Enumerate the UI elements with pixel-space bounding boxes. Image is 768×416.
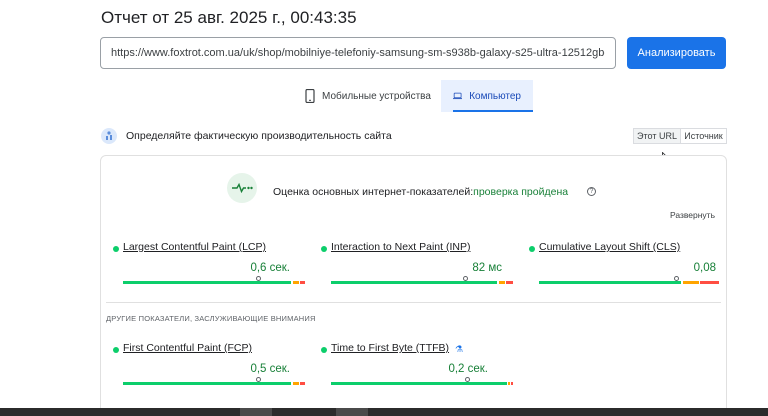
core-web-vitals-label: Оценка основных интернет-показателей: <box>273 186 474 198</box>
metric-name[interactable]: Cumulative Layout Shift (CLS) <box>539 241 680 253</box>
distribution-bar <box>539 281 719 284</box>
percentile-marker <box>674 276 679 281</box>
metric-inp: Interaction to Next Paint (INP) 82 мс <box>321 241 513 291</box>
metric-value: 0,2 сек. <box>448 363 488 375</box>
status-dot <box>113 347 119 353</box>
metric-lcp: Largest Contentful Paint (LCP) 0,6 сек. <box>113 241 305 291</box>
percentile-marker <box>465 377 470 382</box>
report-title: Отчет от 25 авг. 2025 г., 00:43:35 <box>101 8 357 27</box>
percentile-marker <box>256 276 261 281</box>
metric-name[interactable]: Time to First Byte (TTFB) <box>331 342 449 354</box>
performance-banner-text: Определяйте фактическую производительнос… <box>126 130 392 142</box>
tab-mobile[interactable]: Мобильные устройства <box>293 80 443 112</box>
metric-value: 0,08 <box>693 262 716 274</box>
status-dot <box>529 246 535 252</box>
distribution-bar <box>123 281 305 284</box>
status-dot <box>113 246 119 252</box>
taskbar-item[interactable] <box>336 408 368 416</box>
pulse-icon <box>232 183 253 193</box>
tab-desktop[interactable]: Компьютер <box>441 80 533 112</box>
status-dot <box>321 347 327 353</box>
performance-banner: Определяйте фактическую производительнос… <box>101 126 727 146</box>
metric-value: 0,5 сек. <box>250 363 290 375</box>
taskbar-item[interactable] <box>240 408 272 416</box>
metric-name[interactable]: Interaction to Next Paint (INP) <box>331 241 470 253</box>
tab-mobile-label: Мобильные устройства <box>322 90 431 102</box>
metric-value: 82 мс <box>472 262 502 274</box>
metric-cls: Cumulative Layout Shift (CLS) 0,08 <box>529 241 719 291</box>
metric-ttfb: Time to First Byte (TTFB) ⚗ 0,2 сек. <box>321 342 521 392</box>
tab-desktop-label: Компьютер <box>469 90 521 102</box>
core-web-vitals-title: Оценка основных интернет-показателей:про… <box>273 186 568 198</box>
other-metrics-label: ДРУГИЕ ПОКАЗАТЕЛИ, ЗАСЛУЖИВАЮЩИЕ ВНИМАНИ… <box>106 314 316 323</box>
distribution-bar <box>123 382 305 385</box>
phone-icon <box>305 89 315 103</box>
metric-name[interactable]: Largest Contentful Paint (LCP) <box>123 241 266 253</box>
distribution-bar <box>331 382 513 385</box>
metric-fcp: First Contentful Paint (FCP) 0,5 сек. <box>113 342 305 392</box>
metric-value: 0,6 сек. <box>250 262 290 274</box>
toggle-origin[interactable]: Источник <box>680 128 727 144</box>
expand-link[interactable]: Развернуть <box>670 210 715 220</box>
field-data-icon <box>101 128 117 144</box>
metric-name[interactable]: First Contentful Paint (FCP) <box>123 342 252 354</box>
distribution-bar <box>331 281 513 284</box>
toggle-this-url[interactable]: Этот URL <box>633 128 681 144</box>
analyze-button[interactable]: Анализировать <box>627 37 726 69</box>
core-web-vitals-badge <box>227 173 257 203</box>
taskbar <box>0 408 768 416</box>
laptop-icon <box>453 92 463 100</box>
core-web-vitals-card: Оценка основных интернет-показателей:про… <box>100 155 727 416</box>
percentile-marker <box>256 377 261 382</box>
help-icon[interactable]: ? <box>587 187 596 196</box>
divider <box>106 302 721 303</box>
status-dot <box>321 246 327 252</box>
core-web-vitals-status: проверка пройдена <box>473 186 569 198</box>
percentile-marker <box>463 276 468 281</box>
experimental-flask-icon[interactable]: ⚗ <box>455 344 463 355</box>
url-input[interactable] <box>100 37 616 69</box>
